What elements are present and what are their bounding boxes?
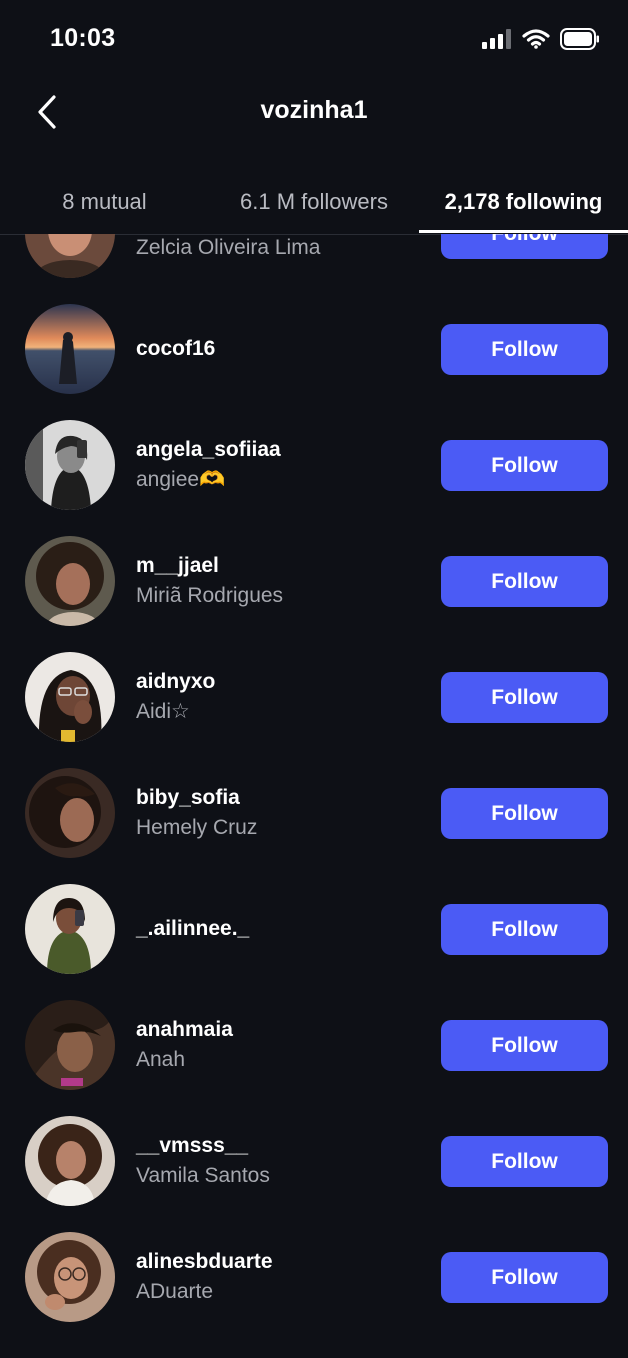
list-item[interactable]: anahmaia Anah Follow [0,987,628,1103]
active-tab-indicator [419,230,628,233]
username: cocof16 [136,337,216,360]
list-item[interactable]: _.ailinnee._ Follow [0,871,628,987]
display-name: Anah [136,1048,186,1071]
username: __vmsss__ [136,1134,249,1157]
list-item[interactable]: cocof16 Follow [0,291,628,407]
display-name: Hemely Cruz [136,816,258,839]
display-name: ADuarte [136,1280,214,1303]
username: anahmaia [136,1018,233,1041]
avatar[interactable] [25,1116,115,1206]
list-item[interactable]: aidnyxo Aidi☆ Follow [0,639,628,755]
avatar[interactable] [25,652,115,742]
wifi-icon [522,29,550,54]
username: _.ailinnee._ [136,917,250,940]
avatar[interactable] [25,304,115,394]
list-item[interactable]: angela_sofiiaa angiee🫶 Follow [0,407,628,523]
username: aidnyxo [136,670,216,693]
follow-button[interactable]: Follow [441,788,608,839]
display-name: angiee🫶 [136,468,226,491]
avatar[interactable] [25,1000,115,1090]
avatar[interactable] [25,536,115,626]
list-item[interactable]: m__jjael Miriã Rodrigues Follow [0,523,628,639]
nav-bar: vozinha1 [0,80,628,144]
list-item[interactable]: biby_sofia Hemely Cruz Follow [0,755,628,871]
display-name: Aidi☆ [136,700,190,723]
status-time: 10:03 [50,24,116,52]
follow-button[interactable]: Follow [441,1252,608,1303]
following-list[interactable]: zeu_lima Zelcia Oliveira Lima Follow [0,234,628,1358]
display-name: Zelcia Oliveira Lima [136,236,321,259]
avatar[interactable] [25,884,115,974]
follow-button[interactable]: Follow [441,1020,608,1071]
list-item[interactable]: __vmsss__ Vamila Santos Follow [0,1103,628,1219]
page-title: vozinha1 [260,96,368,124]
tab-following[interactable]: 2,178 following [419,172,628,232]
follow-button[interactable]: Follow [441,556,608,607]
list-item[interactable]: alinesbduarte ADuarte Follow [0,1219,628,1335]
tab-bar: 8 mutual 6.1 M followers 2,178 following [0,172,628,235]
avatar[interactable] [25,234,115,278]
display-name: Vamila Santos [136,1164,270,1187]
cellular-signal-icon [482,29,512,54]
avatar[interactable] [25,1232,115,1322]
follow-button[interactable]: Follow [441,1136,608,1187]
follow-button[interactable]: Follow [441,234,608,259]
follow-button[interactable]: Follow [441,440,608,491]
follow-button[interactable]: Follow [441,672,608,723]
battery-icon [560,28,600,55]
username: alinesbduarte [136,1250,273,1273]
follow-button[interactable]: Follow [441,324,608,375]
avatar[interactable] [25,768,115,858]
username: biby_sofia [136,786,240,809]
follow-button[interactable]: Follow [441,904,608,955]
display-name: Miriã Rodrigues [136,584,284,607]
status-icons [482,28,600,55]
list-item[interactable]: zeu_lima Zelcia Oliveira Lima Follow [0,234,628,291]
tab-mutual[interactable]: 8 mutual [0,172,209,232]
username: m__jjael [136,554,219,577]
tab-followers[interactable]: 6.1 M followers [209,172,419,232]
avatar[interactable] [25,420,115,510]
status-bar: 10:03 [0,0,628,80]
username: angela_sofiiaa [136,438,281,461]
